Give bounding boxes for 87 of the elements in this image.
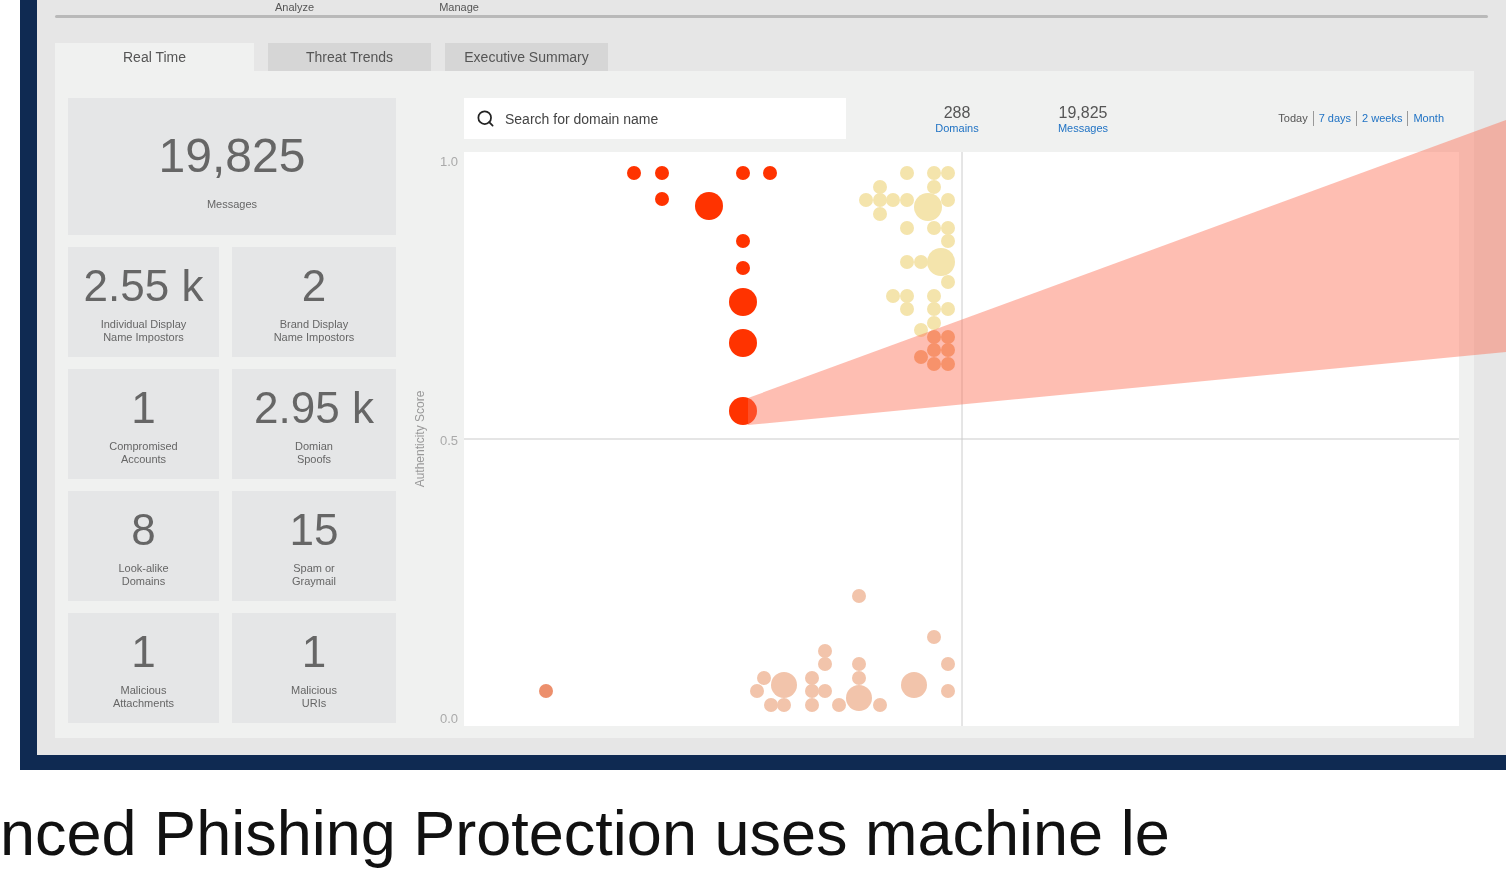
- bubble: [886, 193, 900, 207]
- bubble: [736, 234, 750, 248]
- bubble: [927, 357, 941, 371]
- tab[interactable]: Threat Trends: [268, 43, 432, 71]
- bubble: [873, 207, 887, 221]
- search-icon: [476, 109, 495, 128]
- bubble: [941, 357, 955, 371]
- bubble: [818, 644, 832, 658]
- bubble: [873, 180, 887, 194]
- bubble: [927, 166, 941, 180]
- bubble: [900, 255, 914, 269]
- bubble: [927, 330, 941, 344]
- bubble: [750, 684, 764, 698]
- bubble: [818, 657, 832, 671]
- nav-link[interactable]: Analyze: [275, 2, 315, 13]
- caption-text: nced Phishing Protection uses machine le: [0, 798, 1170, 868]
- stat-value: 8: [131, 508, 156, 552]
- bubble: [941, 684, 955, 698]
- stat-label: Domian Spoofs: [295, 440, 333, 466]
- stat-label: Malicious URIs: [291, 684, 337, 710]
- range-option[interactable]: 2 weeks: [1356, 111, 1408, 126]
- stat-label: Spam or Graymail: [292, 562, 336, 588]
- bubble: [900, 289, 914, 303]
- bubble: [736, 166, 750, 180]
- bubble: [852, 657, 866, 671]
- stat-link[interactable]: Messages: [1057, 121, 1109, 134]
- bubble: [805, 671, 819, 685]
- stat-label: Look-alike Domains: [118, 562, 169, 588]
- bubble: [818, 684, 832, 698]
- bubble: [805, 684, 819, 698]
- stat-label: Brand Display Name Impostors: [273, 318, 355, 344]
- bubble: [729, 288, 757, 316]
- stat-label: Messages: [206, 198, 258, 211]
- bubble: [805, 698, 819, 712]
- stat-value: 2.95 k: [254, 386, 374, 430]
- bubble: [900, 302, 914, 316]
- axis-tick-label: 0.0: [439, 711, 458, 726]
- nav-link[interactable]: Manage: [439, 2, 479, 13]
- bubble: [695, 192, 723, 220]
- stat-value: 2: [301, 264, 327, 308]
- bubble: [927, 630, 941, 644]
- bubble: [900, 166, 914, 180]
- stat-label: Compromised Accounts: [109, 440, 178, 466]
- bubble: [729, 397, 757, 425]
- bubble: [927, 343, 941, 357]
- stat-value: 15: [289, 508, 339, 552]
- axis-title: Authenticity Score: [413, 390, 427, 488]
- range-option[interactable]: Today: [1273, 111, 1313, 126]
- bubble: [736, 261, 750, 275]
- stat-value: 1: [131, 386, 156, 430]
- stat-count: 19,825: [1058, 103, 1108, 122]
- stat-value: 2.55 k: [83, 264, 204, 308]
- bubble: [729, 329, 757, 357]
- stat-value: 1: [131, 630, 156, 674]
- bubble: [859, 193, 873, 207]
- stat-value: 19,825: [158, 132, 306, 180]
- tab[interactable]: Real Time: [55, 43, 255, 71]
- bubble: [941, 166, 955, 180]
- bubble: [941, 343, 955, 357]
- range-option[interactable]: 7 days: [1312, 111, 1357, 126]
- bubble: [627, 166, 641, 180]
- range-option[interactable]: Month: [1407, 111, 1449, 126]
- search-field[interactable]: Search for domain name: [464, 98, 846, 139]
- bubble: [763, 166, 777, 180]
- bubble: [927, 302, 941, 316]
- bubble: [655, 192, 669, 206]
- bubble: [539, 684, 553, 698]
- stat-value: 1: [301, 630, 327, 674]
- axis-tick-label: 1.0: [439, 154, 458, 169]
- tab[interactable]: Executive Summary: [445, 43, 609, 71]
- stat-label: Malicious Attachments: [112, 684, 175, 710]
- axis-tick-label: 0.5: [439, 432, 458, 448]
- bubble: [927, 289, 941, 303]
- bubble: [886, 289, 900, 303]
- bubble: [655, 166, 669, 180]
- stat-count: 288: [943, 103, 971, 122]
- stat-label: Individual Display Name Impostors: [100, 318, 187, 344]
- bubble: [914, 350, 928, 364]
- bubble: [941, 657, 955, 671]
- bubble: [873, 193, 887, 207]
- stat-link[interactable]: Domains: [935, 121, 979, 134]
- bubble: [852, 589, 866, 603]
- bubble: [927, 316, 941, 330]
- bubble: [914, 323, 928, 337]
- bubble: [941, 302, 955, 316]
- bubble: [901, 672, 927, 698]
- bubble: [941, 330, 955, 344]
